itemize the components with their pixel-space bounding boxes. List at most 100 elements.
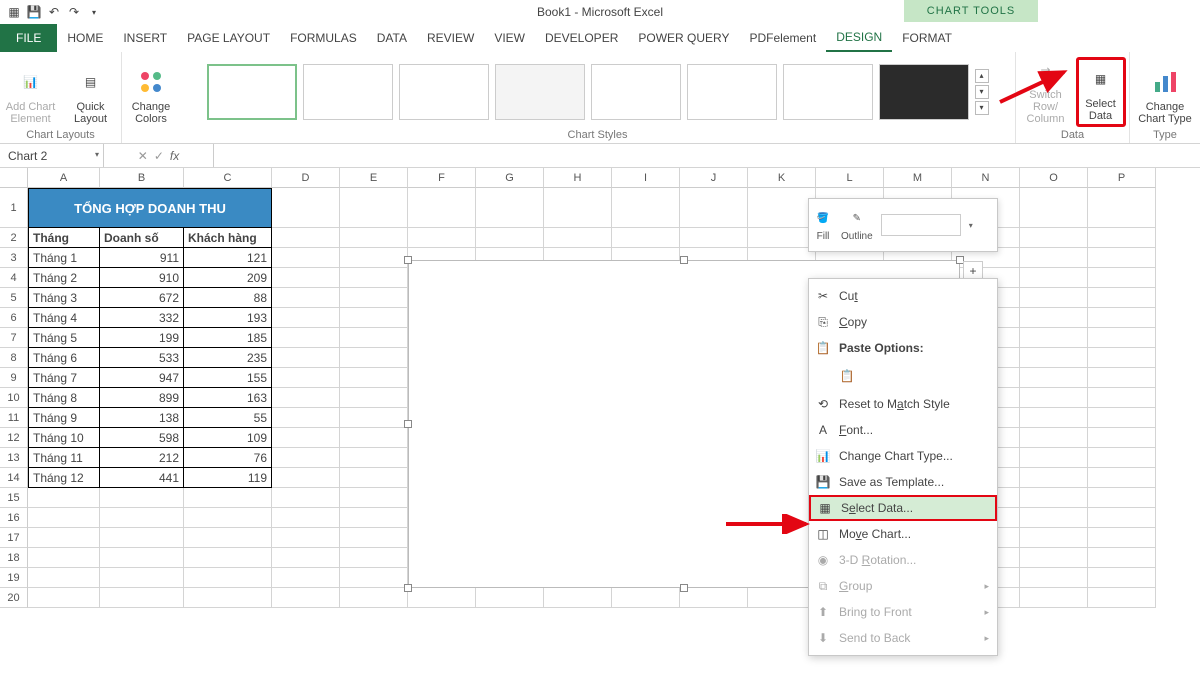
fx-icon[interactable]: fx xyxy=(170,149,179,163)
column-header[interactable]: B xyxy=(100,168,184,188)
cell[interactable] xyxy=(272,348,340,368)
row-header[interactable]: 1 xyxy=(0,188,28,228)
name-box-dropdown-icon[interactable]: ▾ xyxy=(95,150,99,159)
cell[interactable] xyxy=(1088,588,1156,608)
column-header[interactable]: A xyxy=(28,168,100,188)
quick-layout-button[interactable]: ▤ Quick Layout xyxy=(63,57,119,127)
cell[interactable] xyxy=(100,568,184,588)
fill-button[interactable]: 🪣 Fill xyxy=(813,209,833,242)
table-cell[interactable]: Tháng 7 xyxy=(28,368,100,388)
cell[interactable] xyxy=(184,508,272,528)
cell[interactable] xyxy=(28,548,100,568)
context-menu-item[interactable]: ◫Move Chart... xyxy=(809,521,997,547)
cell[interactable] xyxy=(1088,408,1156,428)
cell[interactable] xyxy=(340,188,408,228)
cell[interactable] xyxy=(340,568,408,588)
cell[interactable] xyxy=(272,288,340,308)
cell[interactable] xyxy=(272,508,340,528)
cell[interactable] xyxy=(340,348,408,368)
cell[interactable] xyxy=(272,428,340,448)
cell[interactable] xyxy=(1088,428,1156,448)
tab-review[interactable]: REVIEW xyxy=(417,24,484,52)
table-cell[interactable]: 910 xyxy=(100,268,184,288)
cell[interactable] xyxy=(28,528,100,548)
context-menu-item[interactable]: ⟲Reset to Match Style xyxy=(809,391,997,417)
chart-style-8[interactable] xyxy=(879,64,969,120)
cell[interactable] xyxy=(408,228,476,248)
cell[interactable] xyxy=(272,568,340,588)
chart-style-1[interactable] xyxy=(207,64,297,120)
cell[interactable] xyxy=(272,528,340,548)
chart-style-3[interactable] xyxy=(399,64,489,120)
table-cell[interactable]: 121 xyxy=(184,248,272,268)
qat-dropdown-icon[interactable]: ▾ xyxy=(86,4,102,20)
table-cell[interactable]: Tháng 4 xyxy=(28,308,100,328)
cell[interactable] xyxy=(1020,228,1088,248)
cell[interactable] xyxy=(1020,308,1088,328)
cell[interactable] xyxy=(612,228,680,248)
table-cell[interactable]: 947 xyxy=(100,368,184,388)
change-colors-button[interactable]: Change Colors xyxy=(122,52,180,143)
table-cell[interactable]: 199 xyxy=(100,328,184,348)
style-dropdown-icon[interactable]: ▾ xyxy=(969,221,973,230)
tab-pdfelement[interactable]: PDFelement xyxy=(739,24,826,52)
cell[interactable] xyxy=(340,448,408,468)
cell[interactable] xyxy=(1020,268,1088,288)
cell[interactable] xyxy=(1088,288,1156,308)
switch-row-column-button[interactable]: ⇄ Switch Row/ Column xyxy=(1020,57,1072,127)
cell[interactable] xyxy=(408,588,476,608)
row-header[interactable]: 17 xyxy=(0,528,28,548)
row-header[interactable]: 3 xyxy=(0,248,28,268)
cell[interactable] xyxy=(680,228,748,248)
table-cell[interactable]: 332 xyxy=(100,308,184,328)
undo-icon[interactable]: ↶ xyxy=(46,4,62,20)
tab-format[interactable]: FORMAT xyxy=(892,24,962,52)
cell[interactable] xyxy=(340,288,408,308)
table-cell[interactable]: Tháng 3 xyxy=(28,288,100,308)
row-header[interactable]: 2 xyxy=(0,228,28,248)
cell[interactable] xyxy=(544,588,612,608)
cell[interactable] xyxy=(1020,588,1088,608)
column-header[interactable]: O xyxy=(1020,168,1088,188)
cell[interactable] xyxy=(476,228,544,248)
row-header[interactable]: 19 xyxy=(0,568,28,588)
cell[interactable] xyxy=(100,508,184,528)
chart-style-6[interactable] xyxy=(687,64,777,120)
context-menu-item[interactable]: AFont... xyxy=(809,417,997,443)
table-cell[interactable]: 193 xyxy=(184,308,272,328)
cell[interactable] xyxy=(1088,368,1156,388)
table-cell[interactable]: 185 xyxy=(184,328,272,348)
context-menu-item[interactable]: 📊Change Chart Type... xyxy=(809,443,997,469)
row-header[interactable]: 5 xyxy=(0,288,28,308)
table-cell[interactable]: Tháng 11 xyxy=(28,448,100,468)
cell[interactable] xyxy=(1088,348,1156,368)
cell[interactable] xyxy=(1020,408,1088,428)
cell[interactable] xyxy=(1020,448,1088,468)
tab-home[interactable]: HOME xyxy=(57,24,113,52)
table-cell[interactable]: 119 xyxy=(184,468,272,488)
select-data-button[interactable]: ▦ Select Data xyxy=(1076,57,1126,127)
cell[interactable] xyxy=(1088,328,1156,348)
cell[interactable] xyxy=(1088,188,1156,228)
column-header[interactable]: K xyxy=(748,168,816,188)
cell[interactable] xyxy=(28,508,100,528)
cell[interactable] xyxy=(340,408,408,428)
cell[interactable] xyxy=(1088,568,1156,588)
row-header[interactable]: 13 xyxy=(0,448,28,468)
row-header[interactable]: 20 xyxy=(0,588,28,608)
tab-design[interactable]: DESIGN xyxy=(826,24,892,52)
cell[interactable] xyxy=(748,228,816,248)
cell[interactable] xyxy=(272,328,340,348)
column-header[interactable]: D xyxy=(272,168,340,188)
cell[interactable] xyxy=(100,488,184,508)
cell[interactable] xyxy=(272,308,340,328)
cell[interactable] xyxy=(272,388,340,408)
cell[interactable] xyxy=(340,508,408,528)
row-header[interactable]: 16 xyxy=(0,508,28,528)
cell[interactable] xyxy=(1020,468,1088,488)
cell[interactable] xyxy=(476,588,544,608)
cell[interactable] xyxy=(272,468,340,488)
table-cell[interactable]: Tháng 1 xyxy=(28,248,100,268)
column-header[interactable]: N xyxy=(952,168,1020,188)
cell[interactable] xyxy=(100,588,184,608)
